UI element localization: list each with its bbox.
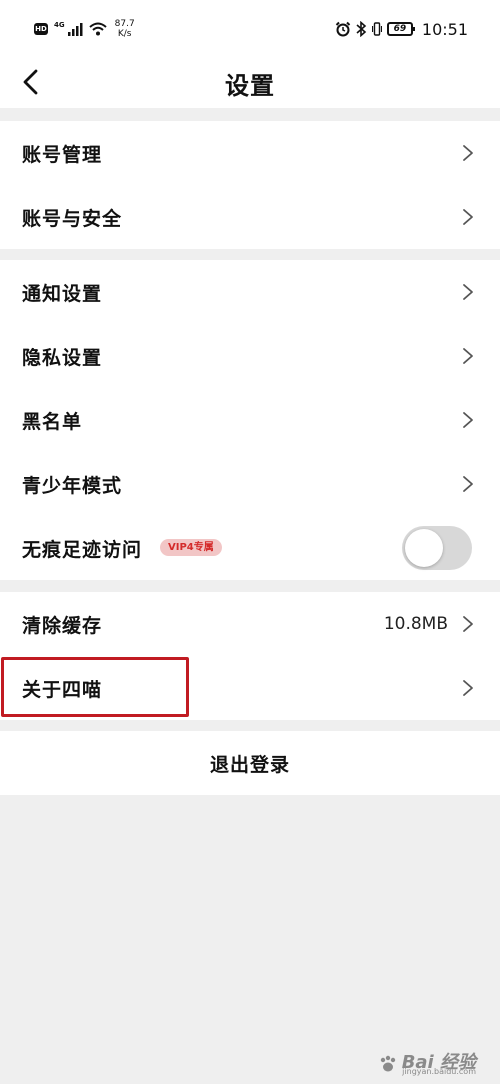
page-title: 设置 [225, 72, 275, 100]
status-left: HD 4G 87.7 K/s [34, 18, 135, 40]
settings-item-label: 通知设置 [22, 282, 103, 305]
chevron-right-icon [463, 209, 473, 225]
logout-label: 退出登录 [209, 753, 290, 776]
chevron-right-icon [463, 284, 473, 300]
chevron-right-icon [463, 145, 473, 161]
incognito-toggle[interactable] [402, 526, 472, 570]
chevron-right-icon [463, 616, 473, 632]
chevron-right-icon [463, 412, 473, 428]
paw-icon [380, 1055, 395, 1072]
chevron-right-icon [463, 348, 473, 364]
settings-item-teen-mode[interactable]: 青少年模式 [0, 452, 500, 516]
signal-icon [67, 23, 83, 36]
hd-badge: HD [34, 23, 48, 35]
settings-item-label: 账号管理 [22, 143, 103, 166]
cache-size-value: 10.8MB [383, 614, 448, 634]
status-clock: 10:51 [421, 19, 468, 39]
settings-item-account-management[interactable]: 账号管理 [0, 121, 500, 185]
battery-indicator: 69 [386, 22, 415, 36]
network-speed-unit: K/s [117, 29, 132, 39]
network-speed-value: 87.7 [114, 19, 135, 29]
settings-item-label: 无痕足迹访问 [22, 538, 143, 561]
settings-item-label: 关于四喵 [22, 678, 103, 701]
watermark-url: jingyan.baidu.com [402, 1067, 476, 1076]
network-speed: 87.7 K/s [115, 19, 135, 39]
chevron-right-icon [463, 476, 473, 492]
bluetooth-icon [356, 21, 367, 37]
wifi-icon [88, 22, 107, 36]
settings-item-clear-cache[interactable]: 清除缓存 10.8MB [0, 592, 500, 656]
settings-group-privacy: 通知设置 隐私设置 黑名单 青少年模式 无痕足迹访问 VIP4专属 [0, 260, 500, 580]
status-bar: HD 4G 87.7 K/s 69 10:51 [0, 0, 500, 58]
settings-item-label: 青少年模式 [22, 474, 123, 497]
settings-item-blacklist[interactable]: 黑名单 [0, 388, 500, 452]
alarm-icon [335, 21, 351, 37]
logout-button[interactable]: 退出登录 [0, 731, 500, 795]
settings-item-privacy[interactable]: 隐私设置 [0, 324, 500, 388]
network-type-label: 4G [54, 21, 65, 29]
settings-item-label: 黑名单 [22, 410, 83, 433]
settings-item-about[interactable]: 关于四喵 [0, 656, 500, 720]
nav-bar: 设置 [0, 58, 500, 108]
vibrate-icon [371, 22, 382, 36]
settings-item-incognito-visit: 无痕足迹访问 VIP4专属 [0, 516, 500, 580]
settings-group-misc: 清除缓存 10.8MB 关于四喵 [0, 592, 500, 720]
settings-item-label: 清除缓存 [22, 614, 103, 637]
settings-item-label: 隐私设置 [22, 346, 103, 369]
settings-item-label: 账号与安全 [22, 207, 123, 230]
chevron-right-icon [463, 680, 473, 696]
vip-badge: VIP4专属 [160, 539, 222, 556]
settings-group-account: 账号管理 账号与安全 [0, 121, 500, 249]
settings-item-account-security[interactable]: 账号与安全 [0, 185, 500, 249]
settings-item-notifications[interactable]: 通知设置 [0, 260, 500, 324]
toggle-knob [405, 529, 443, 567]
watermark: Bai 经验 jingyan.baidu.com [378, 1048, 476, 1076]
status-right: 69 10:51 [335, 17, 468, 41]
